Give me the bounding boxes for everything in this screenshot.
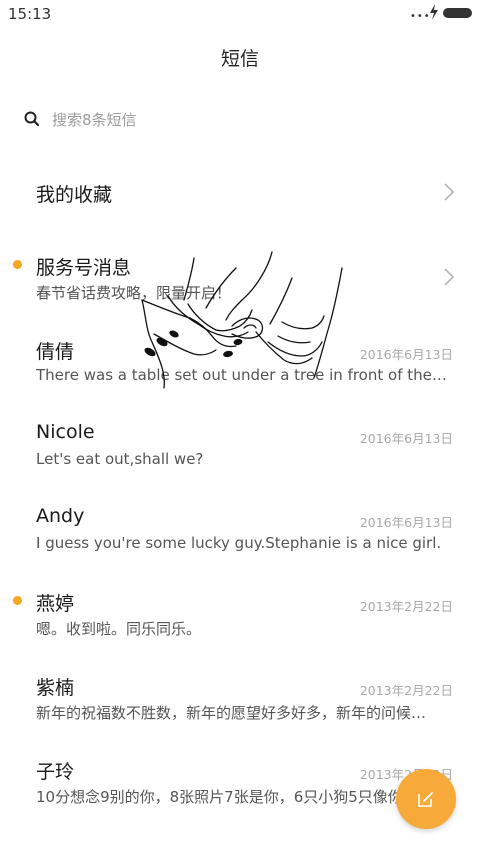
message-preview: I guess you're some lucky guy.Stephanie … xyxy=(36,534,442,552)
message-preview: Let's eat out,shall we? xyxy=(36,450,204,468)
battery-icon xyxy=(443,8,472,18)
contact-name: 燕婷 xyxy=(36,593,75,615)
favorites-row[interactable]: 我的收藏 xyxy=(0,152,480,232)
favorites-label: 我的收藏 xyxy=(36,184,113,206)
conversation-row[interactable]: 倩倩 2016年6月13日 There was a table set out … xyxy=(0,326,480,406)
message-preview: 10分想念9别的你，8张照片7张是你，6只小狗5只像你 xyxy=(36,788,403,806)
message-date: 2016年6月13日 xyxy=(359,347,453,362)
message-preview: 嗯。收到啦。同乐同乐。 xyxy=(36,620,202,638)
service-title: 服务号消息 xyxy=(36,257,132,279)
chevron-right-icon xyxy=(444,183,455,201)
contact-name: Andy xyxy=(36,505,85,527)
signal-dots: ••• xyxy=(410,11,431,22)
contact-name: 子玲 xyxy=(36,761,75,783)
page-title: 短信 xyxy=(220,48,259,70)
compose-button[interactable] xyxy=(396,769,456,829)
message-date: 2013年2月22日 xyxy=(359,683,453,698)
message-preview: There was a table set out under a tree i… xyxy=(36,366,450,384)
service-preview: 春节省话费攻略，限量开启！ xyxy=(36,284,232,302)
unread-dot xyxy=(13,596,22,605)
service-messages-row[interactable]: 服务号消息 春节省话费攻略，限量开启！ xyxy=(0,240,480,320)
search-icon xyxy=(24,111,40,127)
conversation-row[interactable]: Nicole 2016年6月13日 Let's eat out,shall we… xyxy=(0,410,480,490)
contact-name: 紫楠 xyxy=(36,677,75,699)
status-time: 15:13 xyxy=(8,5,52,23)
search-bar[interactable]: 搜索8条短信 xyxy=(0,98,480,140)
compose-icon xyxy=(418,792,433,807)
conversation-row[interactable]: 紫楠 2013年2月22日 新年的祝福数不胜数，新年的愿望好多好多，新年的问候发… xyxy=(0,662,480,742)
message-date: 2016年6月13日 xyxy=(359,431,453,446)
message-date: 2013年2月22日 xyxy=(359,599,453,614)
search-input[interactable]: 搜索8条短信 xyxy=(52,109,137,130)
contact-name: Nicole xyxy=(36,421,95,443)
charging-icon xyxy=(430,4,438,20)
status-bar: 15:13 ••• xyxy=(0,0,480,30)
contact-name: 倩倩 xyxy=(36,341,75,363)
chevron-right-icon xyxy=(444,268,455,286)
sms-screen: 15:13 ••• 短信 搜索8条短信 我的收藏 服务号消息 春节省话费攻略，限… xyxy=(0,0,480,853)
conversation-row[interactable]: Andy 2016年6月13日 I guess you're some luck… xyxy=(0,494,480,574)
message-preview: 新年的祝福数不胜数，新年的愿望好多好多，新年的问候发个不停 xyxy=(36,704,440,722)
unread-dot xyxy=(13,260,22,269)
message-date: 2016年6月13日 xyxy=(359,515,453,530)
conversation-row[interactable]: 燕婷 2013年2月22日 嗯。收到啦。同乐同乐。 xyxy=(0,578,480,658)
